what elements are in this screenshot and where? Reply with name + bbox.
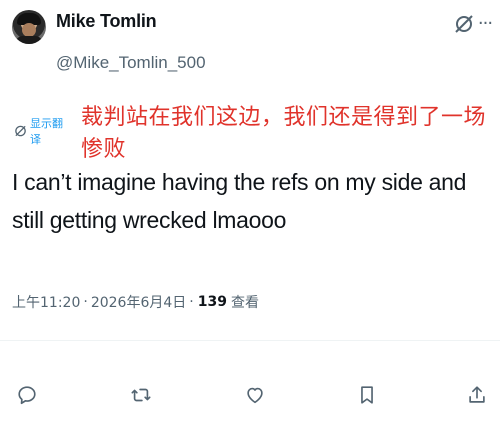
display-name[interactable]: Mike Tomlin [56,11,157,32]
tweet-date[interactable]: 2026年6月4日 [91,292,186,312]
more-icon[interactable]: ··· [475,12,495,36]
tweet-text: I can’t imagine having the refs on my si… [12,169,467,233]
translated-text: 裁判站在我们这边，我们还是得到了一场惨败 [81,105,487,162]
avatar-face [22,23,36,37]
bookmark-icon[interactable] [352,380,382,410]
user-handle[interactable]: @Mike_Tomlin_500 [56,53,206,73]
translation-row: 显示翻译 裁判站在我们这边，我们还是得到了一场惨败 [14,105,500,162]
action-bar [0,380,500,416]
divider [0,340,500,341]
tweet-meta: 上午11:20 · 2026年6月4日 · 139 查看 [12,292,259,312]
meta-separator: · [83,294,88,310]
views-label[interactable]: 查看 [231,292,259,312]
avatar-shirt [15,36,43,44]
like-icon[interactable] [240,380,270,410]
meta-separator: · [189,294,194,310]
share-icon[interactable] [462,380,492,410]
retweet-icon[interactable] [126,380,156,410]
translate-icon [15,125,26,137]
show-translation-link[interactable]: 显示翻译 [30,115,71,147]
views-count[interactable]: 139 [198,294,227,310]
reply-icon[interactable] [12,380,42,410]
avatar[interactable] [12,10,46,44]
tweet-time[interactable]: 上午11:20 [12,292,80,312]
grok-icon[interactable] [452,12,476,36]
